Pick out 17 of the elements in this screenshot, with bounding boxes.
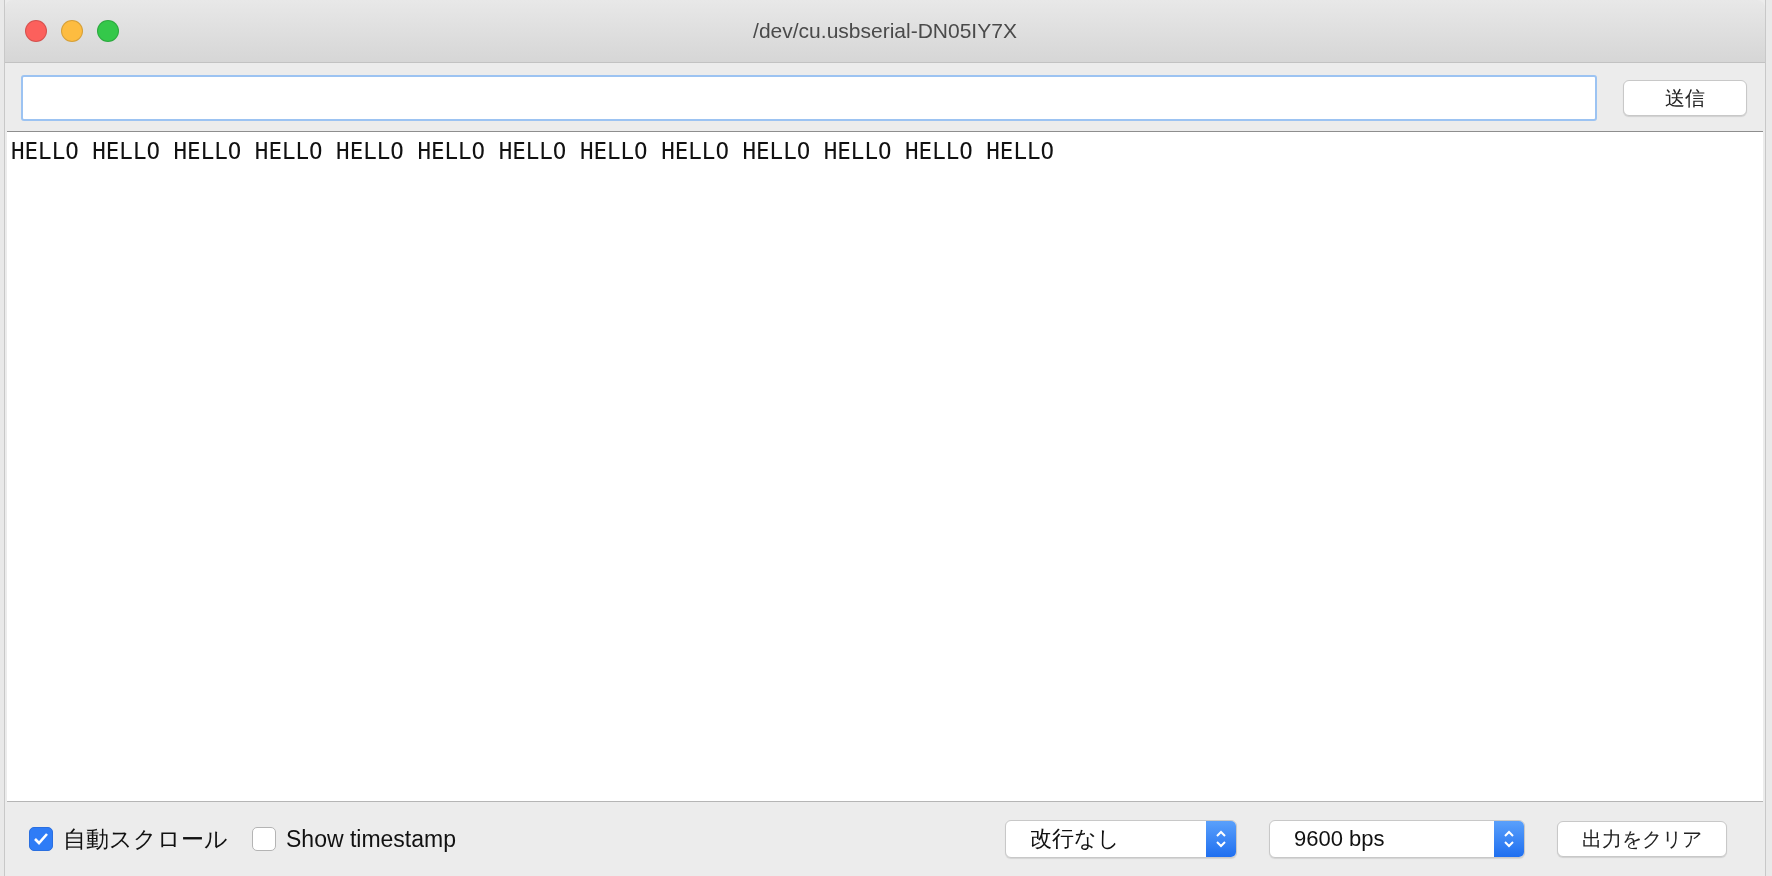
checkbox-label: Show timestamp	[286, 825, 456, 853]
clear-output-button[interactable]: 出力をクリア	[1557, 821, 1727, 857]
close-icon[interactable]	[25, 20, 47, 42]
window-title: /dev/cu.usbserial-DN05IY7X	[753, 19, 1017, 43]
serial-output-text: HELLO HELLO HELLO HELLO HELLO HELLO HELLO HELLO HELLO HELLO HELLO HELLO HELLO	[11, 138, 1055, 164]
minimize-icon[interactable]	[61, 20, 83, 42]
send-input-field[interactable]	[21, 75, 1597, 121]
checkbox[interactable]	[29, 827, 53, 851]
dropdown[interactable]: 改行なし	[1005, 820, 1237, 858]
checkmark-icon	[33, 832, 49, 846]
send-button[interactable]: 送信	[1623, 80, 1747, 116]
up-down-chevron-icon	[1502, 828, 1516, 850]
up-down-chevron-icon	[1214, 828, 1228, 850]
checkbox[interactable]	[252, 827, 276, 851]
zoom-icon[interactable]	[97, 20, 119, 42]
checkbox-label: 自動スクロール	[63, 824, 228, 854]
dropdown[interactable]: 9600 bps	[1269, 820, 1525, 858]
